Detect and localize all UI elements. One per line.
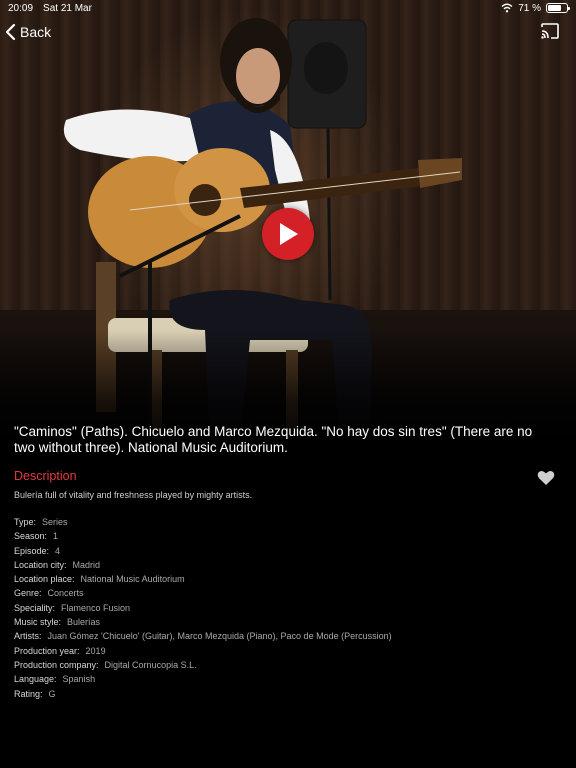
detail-production-year: Production year: 2019 <box>14 644 554 658</box>
detail-location-city: Location city: Madrid <box>14 558 554 572</box>
detail-label: Production company: <box>14 659 99 670</box>
cast-icon <box>541 23 559 39</box>
detail-language: Language: Spanish <box>14 672 554 686</box>
detail-speciality: Speciality: Flamenco Fusion <box>14 601 554 615</box>
detail-label: Type: <box>14 517 37 527</box>
battery-percent: 71 % <box>518 2 541 14</box>
detail-label: Music style: <box>14 617 62 628</box>
wifi-icon <box>501 3 513 13</box>
battery-fill <box>548 5 561 11</box>
detail-genre: Genre: Concerts <box>14 586 554 600</box>
detail-artists: Artists: Juan Gómez 'Chicuelo' (Guitar), … <box>14 629 554 643</box>
detail-value: Madrid <box>72 559 101 570</box>
detail-value: Juan Gómez 'Chicuelo' (Guitar), Marco Me… <box>47 631 392 642</box>
detail-value: Flamenco Fusion <box>61 602 131 613</box>
detail-episode: Episode: 4 <box>14 544 554 558</box>
detail-value: G <box>48 688 56 699</box>
detail-label: Speciality: <box>14 602 56 613</box>
detail-production-company: Production company: Digital Cornucopia S.… <box>14 658 554 672</box>
detail-value: 1 <box>53 531 59 542</box>
battery-icon <box>546 3 570 13</box>
detail-label: Rating: <box>14 688 43 699</box>
detail-type: Type: Series <box>14 515 554 529</box>
video-title: "Caminos" (Paths). Chicuelo and Marco Me… <box>14 424 533 455</box>
favorite-button[interactable] <box>537 470 555 486</box>
status-time: 20:09 <box>8 2 34 14</box>
chevron-left-icon <box>5 23 16 41</box>
video-thumbnail[interactable] <box>0 0 576 462</box>
detail-value: 4 <box>55 545 61 556</box>
play-button[interactable] <box>262 208 314 260</box>
details-list: Type: Series Season: 1 Episode: 4 Location … <box>14 515 554 701</box>
back-button[interactable]: Back <box>4 20 51 44</box>
detail-location-place: Location place: National Music Auditorium <box>14 572 554 586</box>
detail-label: Location place: <box>14 574 75 585</box>
description-text: Bulería full of vitality and freshness p… <box>14 490 253 500</box>
cast-button[interactable] <box>540 22 560 40</box>
heart-icon <box>537 471 555 485</box>
detail-value: Spanish <box>62 674 96 685</box>
detail-label: Production year: <box>14 645 80 656</box>
back-label: Back <box>20 24 52 40</box>
detail-value: Digital Cornucopia S.L. <box>104 659 197 670</box>
detail-season: Season: 1 <box>14 529 554 543</box>
detail-value: Concerts <box>47 588 84 599</box>
detail-value: Bulerías <box>67 617 101 628</box>
play-icon <box>280 223 298 245</box>
detail-value: National Music Auditorium <box>80 574 185 585</box>
status-right: 71 % <box>501 2 570 14</box>
status-bar: 20:09 Sat 21 Mar 71 % <box>0 0 576 16</box>
status-date: Sat 21 Mar <box>43 2 92 14</box>
detail-label: Episode: <box>14 545 50 556</box>
detail-value: 2019 <box>85 645 106 656</box>
description-heading: Description <box>14 469 77 483</box>
detail-music-style: Music style: Bulerías <box>14 615 554 629</box>
detail-label: Season: <box>14 531 48 542</box>
detail-label: Language: <box>14 674 57 685</box>
detail-label: Location city: <box>14 559 67 570</box>
detail-label: Genre: <box>14 588 42 599</box>
detail-rating: Rating: G <box>14 687 554 701</box>
detail-value: Series <box>42 517 68 527</box>
detail-label: Artists: <box>14 631 42 642</box>
